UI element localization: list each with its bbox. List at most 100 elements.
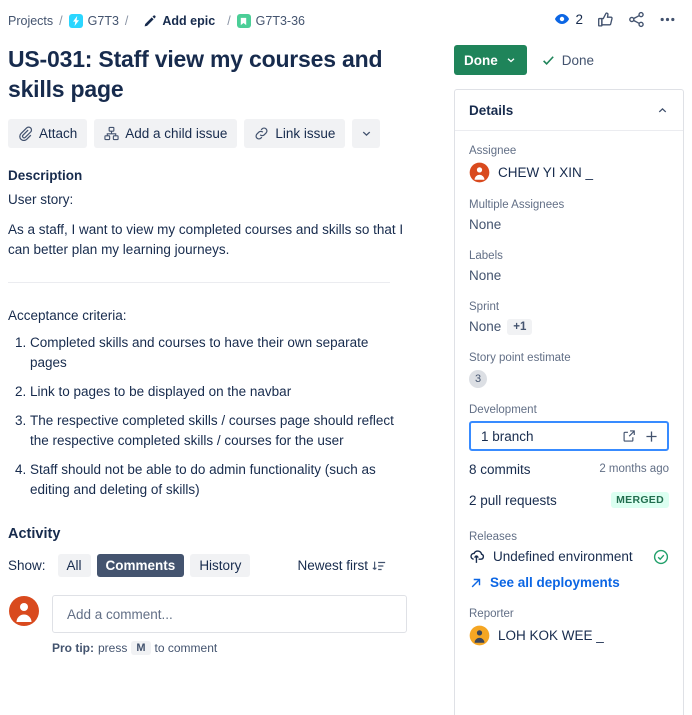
description-line-1: User story: [8, 190, 428, 210]
description-body[interactable]: User story: As a staff, I want to view m… [8, 190, 428, 260]
see-all-deployments-link[interactable]: See all deployments [469, 575, 669, 590]
more-actions-button[interactable] [352, 119, 380, 148]
development-pull-requests-row[interactable]: 2 pull requests MERGED [469, 487, 669, 513]
thumbs-up-icon [597, 11, 614, 28]
workflow-status-label: Done [562, 53, 594, 68]
acceptance-criteria-heading: Acceptance criteria: [8, 308, 428, 323]
arrow-up-right-icon [469, 576, 483, 590]
spacer-2 [469, 590, 669, 608]
attach-label: Attach [39, 126, 77, 141]
sort-descending-icon [372, 559, 386, 573]
breadcrumb-separator: / [59, 14, 62, 28]
release-environment-row[interactable]: Undefined environment [469, 548, 669, 565]
commits-time: 2 months ago [599, 463, 669, 475]
epic-icon [69, 14, 83, 28]
add-child-issue-button[interactable]: Add a child issue [94, 119, 237, 148]
issue-main-column: Projects / G7T3 / Add epic / G7T3-36 [0, 0, 440, 715]
workflow-status: Done [541, 53, 594, 68]
sprint-value-text: None [469, 319, 501, 334]
story-points-label: Story point estimate [469, 352, 669, 364]
status-dropdown-button[interactable]: Done [454, 45, 527, 75]
link-issue-button[interactable]: Link issue [244, 119, 345, 148]
story-points-badge: 3 [469, 370, 487, 388]
breadcrumb-add-epic-label: Add epic [162, 14, 215, 28]
chevron-down-icon [360, 127, 373, 140]
story-icon [237, 14, 251, 28]
avatar [469, 625, 490, 646]
development-commits-row[interactable]: 8 commits 2 months ago [469, 456, 669, 482]
plus-icon[interactable] [644, 429, 659, 444]
field-reporter: Reporter LOH KOK WEE _ [469, 608, 669, 646]
tab-comments[interactable]: Comments [97, 554, 185, 577]
list-item: Link to pages to be displayed on the nav… [30, 382, 405, 402]
assignee-value[interactable]: CHEW YI XIN _ [469, 162, 669, 183]
issue-top-icon-bar: 2 [440, 6, 684, 32]
breadcrumb-project-label: G7T3 [88, 14, 119, 28]
development-branch-label: 1 branch [481, 429, 614, 444]
assignee-name: CHEW YI XIN _ [498, 165, 593, 180]
list-item: The respective completed skills / course… [30, 411, 405, 451]
development-branch-row[interactable]: 1 branch [469, 421, 669, 451]
pro-tip: Pro tip: press M to comment [52, 641, 428, 655]
add-child-issue-label: Add a child issue [125, 126, 227, 141]
more-options-button[interactable] [659, 11, 676, 28]
sprint-label: Sprint [469, 301, 669, 313]
avatar [469, 162, 490, 183]
description-divider [8, 282, 390, 283]
show-label: Show: [8, 558, 46, 573]
pull-requests-label: 2 pull requests [469, 493, 557, 508]
development-label: Development [469, 404, 669, 416]
breadcrumb-issue[interactable]: G7T3-36 [237, 14, 305, 28]
field-story-points: Story point estimate 3 [469, 352, 669, 388]
tab-all[interactable]: All [58, 554, 91, 577]
see-all-deployments-label: See all deployments [490, 575, 620, 590]
details-body: Assignee CHEW YI XIN _ Multiple Assignee… [455, 131, 683, 646]
vote-button[interactable] [597, 11, 614, 28]
pro-tip-after: to comment [155, 641, 218, 655]
multiple-assignees-value[interactable]: None [469, 217, 501, 232]
reporter-name: LOH KOK WEE _ [498, 628, 604, 643]
comment-input[interactable]: Add a comment... [52, 595, 407, 633]
sprint-value[interactable]: None +1 [469, 319, 532, 335]
sort-order-button[interactable]: Newest first [297, 558, 386, 573]
breadcrumb-project[interactable]: G7T3 [69, 14, 119, 28]
labels-label: Labels [469, 250, 669, 262]
spacer [469, 513, 669, 531]
breadcrumb: Projects / G7T3 / Add epic / G7T3-36 [8, 8, 428, 34]
tab-history[interactable]: History [190, 554, 250, 577]
assignee-label: Assignee [469, 145, 669, 157]
deploy-cloud-icon [469, 548, 486, 565]
details-title: Details [469, 103, 513, 118]
description-section: Description User story: As a staff, I wa… [8, 168, 428, 500]
pro-tip-bold: Pro tip: [52, 641, 94, 655]
watch-count: 2 [575, 12, 583, 27]
release-environment-label: Undefined environment [493, 549, 646, 564]
pro-tip-before: press [98, 641, 127, 655]
breadcrumb-add-epic[interactable]: Add epic [142, 14, 215, 29]
jira-issue-view: Projects / G7T3 / Add epic / G7T3-36 [0, 0, 692, 715]
open-in-new-icon[interactable] [622, 429, 636, 443]
page-title: US-031: Staff view my courses and skills… [8, 44, 408, 104]
more-options-icon [659, 11, 676, 28]
pencil-icon [142, 14, 157, 29]
reporter-value[interactable]: LOH KOK WEE _ [469, 625, 669, 646]
details-header[interactable]: Details [455, 90, 683, 131]
share-button[interactable] [628, 11, 645, 28]
commits-label: 8 commits [469, 462, 531, 477]
breadcrumb-projects[interactable]: Projects [8, 14, 53, 28]
paperclip-icon [18, 126, 33, 141]
acceptance-criteria-list: Completed skills and courses to have the… [8, 333, 428, 500]
reporter-label: Reporter [469, 608, 669, 620]
breadcrumb-issue-key: G7T3-36 [256, 14, 305, 28]
story-points-value[interactable]: 3 [469, 369, 669, 388]
breadcrumb-separator-2: / [125, 14, 128, 28]
multiple-assignees-label: Multiple Assignees [469, 199, 669, 211]
watch-button[interactable]: 2 [554, 11, 583, 27]
details-panel: Details Assignee CHEW YI XIN _ Multiple … [454, 89, 684, 715]
labels-value[interactable]: None [469, 268, 501, 283]
activity-filter-row: Show: All Comments History Newest first [8, 554, 428, 577]
field-sprint: Sprint None +1 [469, 301, 669, 336]
attach-button[interactable]: Attach [8, 119, 87, 148]
sprint-extra-count: +1 [507, 319, 532, 335]
field-multiple-assignees: Multiple Assignees None [469, 199, 669, 234]
